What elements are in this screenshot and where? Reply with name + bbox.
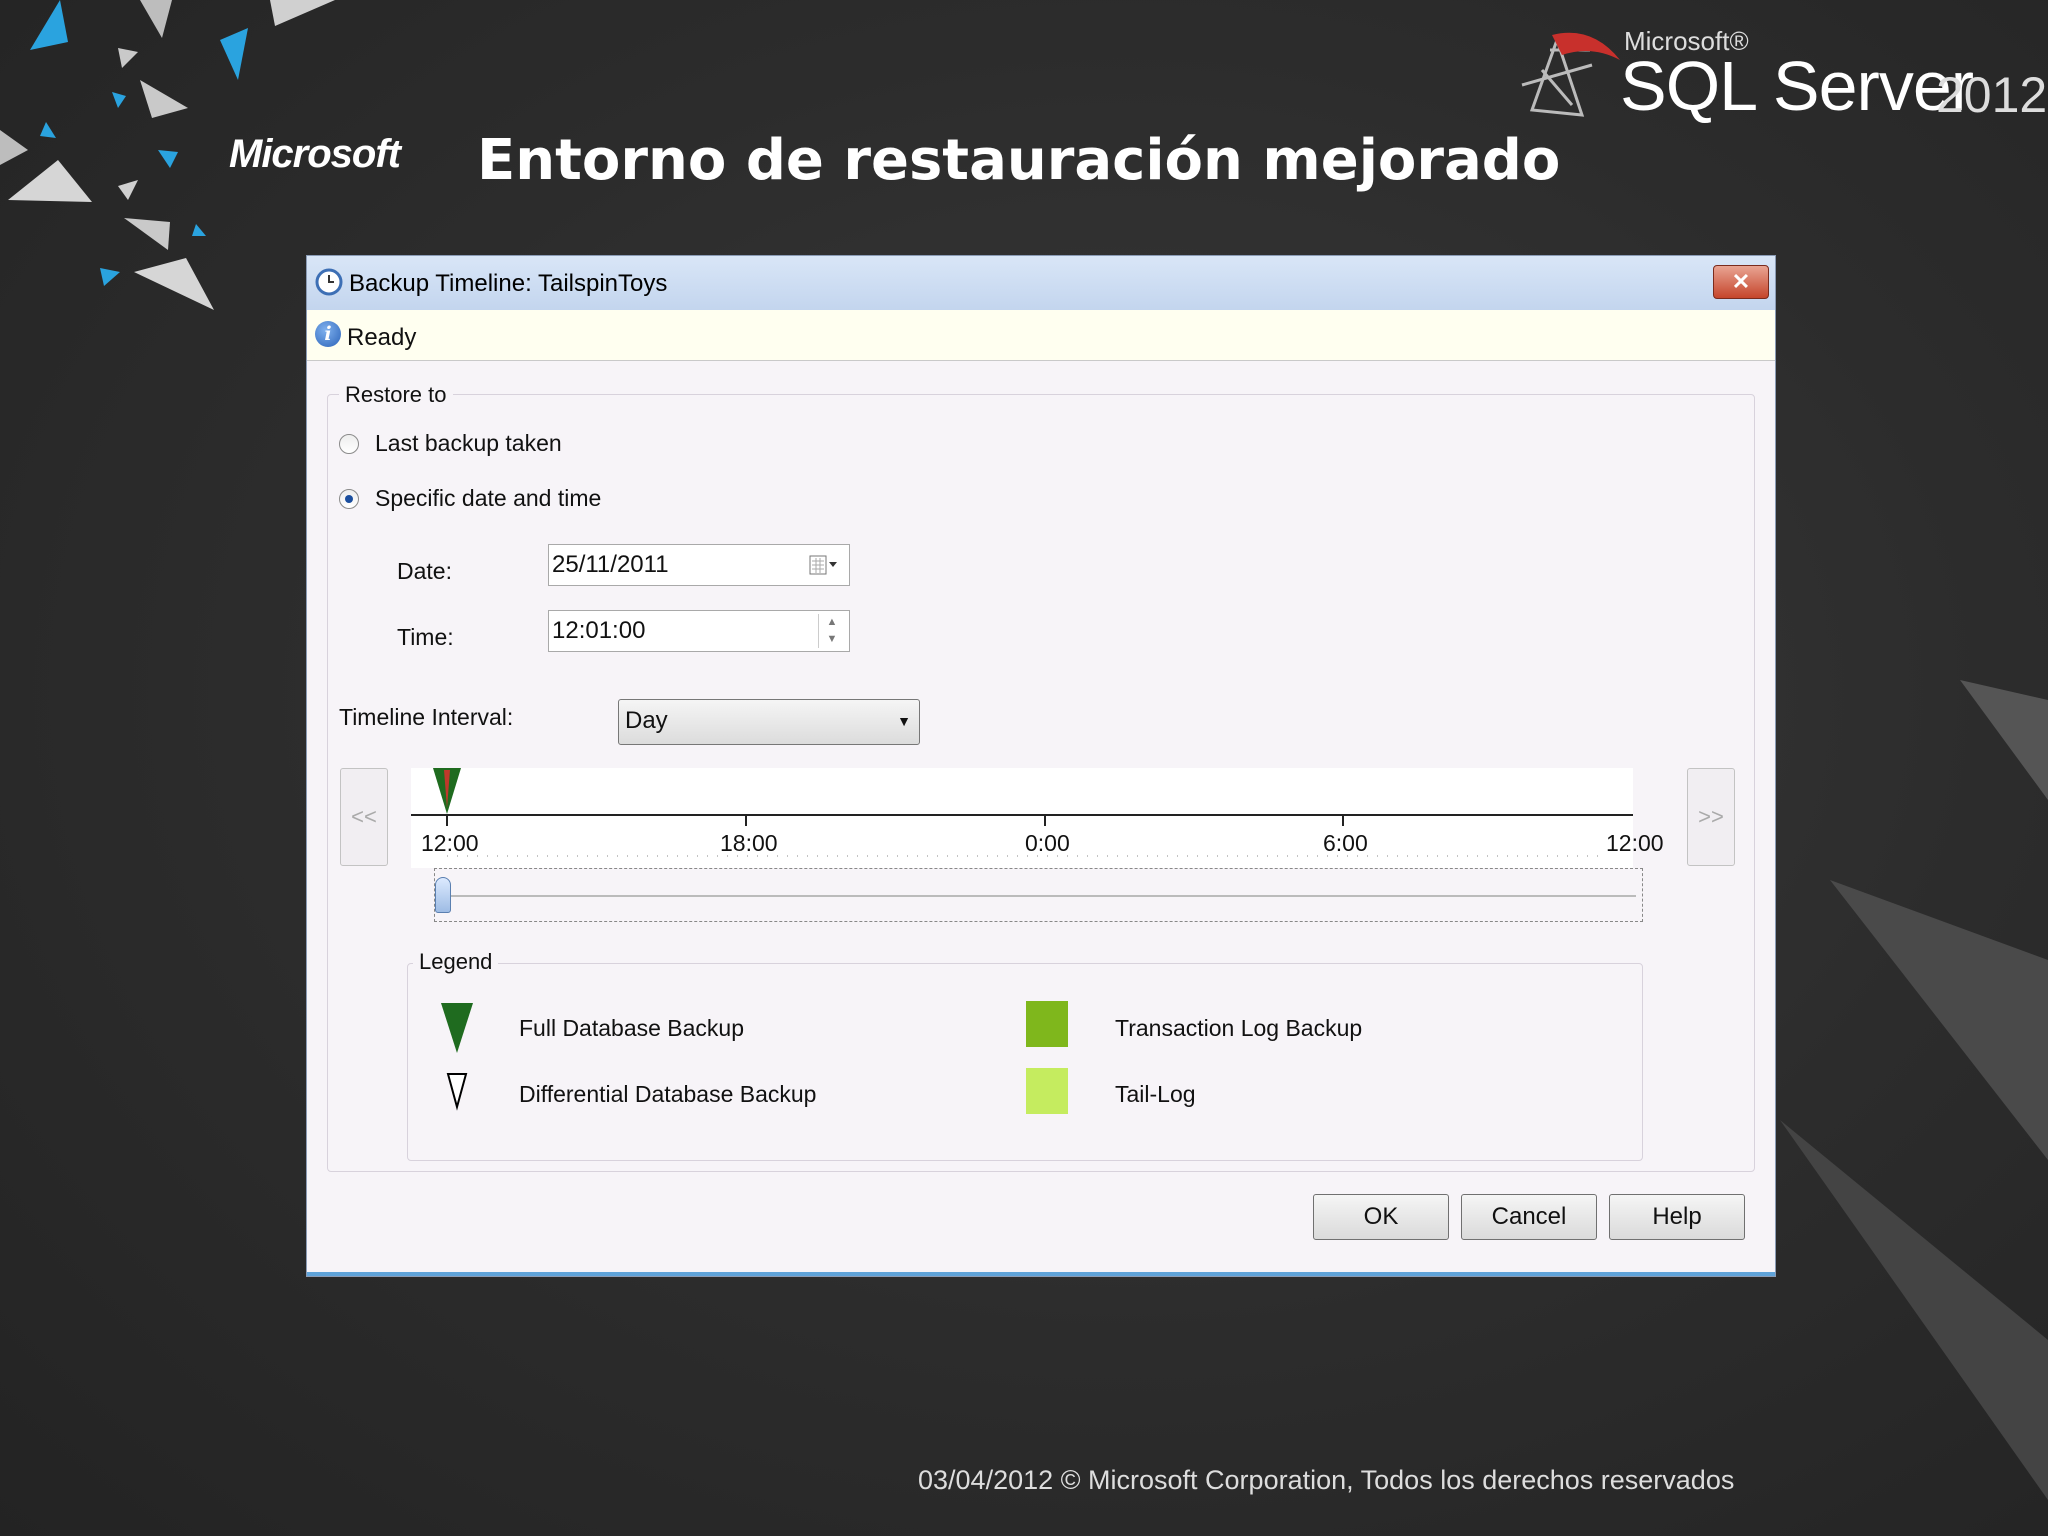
chevron-down-icon: ▼ [897, 713, 911, 729]
dialog-titlebar[interactable]: Backup Timeline: TailspinToys ✕ [307, 256, 1775, 311]
slide-title: Entorno de restauración mejorado [477, 128, 1561, 193]
legend-tail-log: Tail-Log [1115, 1081, 1196, 1107]
tail-log-swatch [1026, 1068, 1068, 1114]
differential-backup-legend-icon [446, 1073, 468, 1111]
timeline-slider[interactable] [434, 868, 1643, 922]
radio-last-backup[interactable] [339, 434, 359, 454]
timeline-interval-label: Timeline Interval: [339, 704, 514, 730]
ok-button[interactable]: OK [1313, 1194, 1449, 1240]
product-name: SQL Server [1620, 47, 1974, 125]
cancel-button[interactable]: Cancel [1461, 1194, 1597, 1240]
restore-to-label: Restore to [339, 382, 453, 408]
sql-server-logo: Microsoft® SQL Server 2012 [1512, 10, 2047, 130]
backup-timeline[interactable]: 12:00 18:00 0:00 6:00 12:00 [411, 768, 1664, 868]
radio-specific-date-label[interactable]: Specific date and time [375, 485, 601, 512]
full-backup-legend-icon [441, 1003, 473, 1053]
microsoft-logo: Microsoft [229, 132, 401, 176]
footer-text: 03/04/2012 © Microsoft Corporation, Todo… [918, 1465, 1735, 1495]
radio-specific-date[interactable] [339, 489, 359, 509]
backup-timeline-dialog: Backup Timeline: TailspinToys ✕ i Ready … [306, 255, 1776, 1277]
transaction-log-swatch [1026, 1001, 1068, 1047]
date-field[interactable]: 25/11/2011 [548, 544, 850, 586]
legend-full-backup: Full Database Backup [519, 1015, 745, 1041]
time-label: Time: [397, 624, 454, 650]
tick-label: 12:00 [421, 830, 479, 856]
timeline-interval-value: Day [625, 707, 668, 734]
legend-label: Legend [413, 949, 499, 975]
legend-differential-backup: Differential Database Backup [519, 1081, 817, 1107]
radio-last-backup-label[interactable]: Last backup taken [375, 430, 562, 457]
slider-thumb[interactable] [435, 877, 451, 913]
legend-transaction-log: Transaction Log Backup [1115, 1015, 1363, 1041]
time-value: 12:01:00 [552, 617, 646, 644]
time-spinner[interactable]: ▲ ▼ [818, 614, 845, 648]
tick-label: 0:00 [1025, 830, 1070, 856]
info-icon: i [315, 321, 341, 347]
timeline-prev-button[interactable]: << [340, 768, 388, 866]
dialog-title: Backup Timeline: TailspinToys [349, 270, 668, 297]
legend-group [407, 963, 1643, 1161]
tick-label: 12:00 [1606, 830, 1664, 856]
slider-track [441, 895, 1636, 897]
timeline-interval-select[interactable]: Day ▼ [618, 699, 920, 745]
time-field[interactable]: 12:01:00 ▲ ▼ [548, 610, 850, 652]
sql-server-emblem-icon [1521, 32, 1620, 117]
tick-label: 18:00 [720, 830, 778, 856]
timeline-axis [411, 768, 1642, 857]
date-value: 25/11/2011 [552, 551, 669, 578]
spin-up-icon[interactable]: ▲ [819, 614, 845, 631]
status-text: Ready [347, 324, 417, 351]
help-button[interactable]: Help [1609, 1194, 1745, 1240]
tick-label: 6:00 [1323, 830, 1368, 856]
timeline-next-button[interactable]: >> [1687, 768, 1735, 866]
status-bar: i [307, 310, 1775, 361]
full-backup-marker[interactable] [433, 768, 461, 814]
close-button[interactable]: ✕ [1713, 265, 1769, 299]
calendar-dropdown-icon[interactable] [809, 554, 839, 576]
date-label: Date: [397, 558, 452, 584]
product-year: 2012 [1936, 67, 2048, 123]
dialog-bottom-border [307, 1272, 1775, 1276]
clock-icon [315, 268, 343, 296]
spin-down-icon[interactable]: ▼ [819, 631, 845, 648]
